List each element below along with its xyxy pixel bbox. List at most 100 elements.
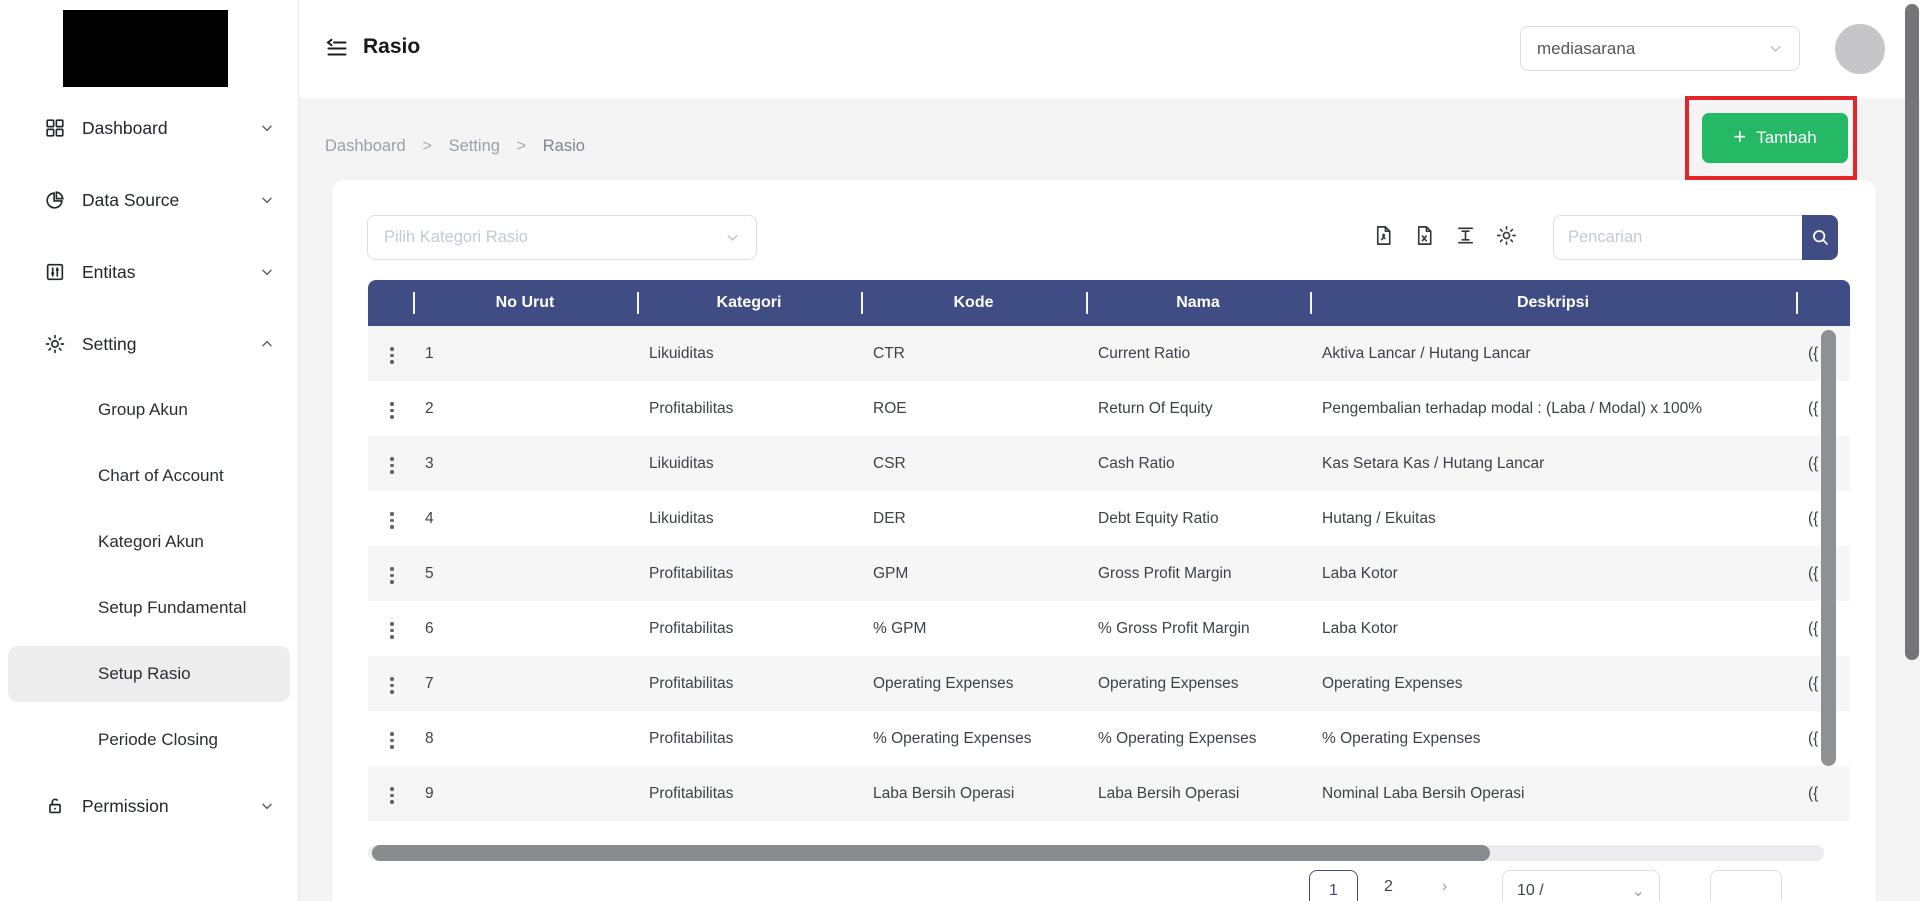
sidebar-item-setup-rasio[interactable]: Setup Rasio	[8, 646, 290, 702]
page-vertical-scrollbar[interactable]	[1905, 4, 1919, 660]
sidebar-item-chart-of-account[interactable]: Chart of Account	[8, 448, 290, 504]
cell-deskripsi: Laba Kotor	[1310, 546, 1796, 601]
pagination-quick-jump-input[interactable]	[1710, 870, 1782, 901]
sidebar-item-kategori-akun[interactable]: Kategori Akun	[8, 514, 290, 570]
settings-icon[interactable]	[1495, 224, 1518, 247]
tenant-select[interactable]: mediasarana	[1520, 26, 1800, 71]
breadcrumb-separator: >	[516, 137, 527, 155]
cell-no-urut: 1	[413, 326, 637, 381]
cell-no-urut: 3	[413, 436, 637, 491]
row-menu-icon[interactable]	[380, 671, 404, 700]
chevron-up-icon	[260, 337, 274, 351]
cell-kategori: Likuiditas	[637, 436, 861, 491]
kategori-rasio-placeholder: Pilih Kategori Rasio	[384, 228, 528, 246]
search-input[interactable]	[1553, 215, 1802, 260]
table-vertical-scrollbar[interactable]	[1821, 330, 1836, 766]
cell-no-urut: 8	[413, 711, 637, 766]
sidebar-item-data-source[interactable]: Data Source	[8, 172, 290, 228]
row-actions-cell	[368, 546, 413, 601]
cell-deskripsi: Operating Expenses	[1310, 656, 1796, 711]
sidebar-item-entitas[interactable]: Entitas	[8, 244, 290, 300]
cell-nama: % Gross Profit Margin	[1086, 601, 1310, 656]
pagination-page-2[interactable]: 2	[1384, 878, 1393, 896]
row-menu-icon[interactable]	[380, 561, 404, 590]
plus-icon: +	[1733, 124, 1747, 149]
sidebar-item-label: Entitas	[82, 261, 136, 282]
row-menu-icon[interactable]	[380, 726, 404, 755]
sidebar-item-setup-fundamental[interactable]: Setup Fundamental	[8, 580, 290, 636]
chevron-down-icon: ⌄	[1631, 883, 1645, 900]
table-horizontal-scrollbar-thumb[interactable]	[372, 845, 1490, 861]
file-pdf-icon[interactable]	[1372, 224, 1395, 247]
cell-deskripsi: Kas Setara Kas / Hutang Lancar	[1310, 436, 1796, 491]
sidebar-item-setting[interactable]: Setting	[8, 316, 290, 372]
column-truncated	[1796, 280, 1850, 326]
cell-kategori: Profitabilitas	[637, 381, 861, 436]
cell-kode: Laba Bersih Operasi	[861, 766, 1086, 821]
cell-kode: CTR	[861, 326, 1086, 381]
column-deskripsi[interactable]: Deskripsi	[1310, 280, 1796, 326]
breadcrumb-rasio: Rasio	[542, 137, 585, 155]
main-area: Rasio mediasarana Dashboard > Setting > …	[299, 0, 1920, 901]
cell-deskripsi: Nominal Laba Bersih Operasi	[1310, 766, 1796, 821]
search-button[interactable]	[1802, 215, 1838, 260]
menu-fold-icon[interactable]	[325, 37, 349, 61]
breadcrumb-setting[interactable]: Setting	[449, 137, 500, 155]
tambah-button[interactable]: + Tambah	[1702, 113, 1848, 163]
sidebar-item-group-akun[interactable]: Group Akun	[8, 382, 290, 438]
pagination-page-size-value: 10 /	[1517, 882, 1544, 899]
row-menu-icon[interactable]	[380, 506, 404, 535]
breadcrumb: Dashboard > Setting > Rasio	[325, 137, 585, 156]
file-excel-icon[interactable]	[1413, 224, 1436, 247]
avatar[interactable]	[1835, 24, 1885, 74]
cell-deskripsi: Aktiva Lancar / Hutang Lancar	[1310, 326, 1796, 381]
row-menu-icon[interactable]	[380, 451, 404, 480]
cell-kode: CSR	[861, 436, 1086, 491]
cell-kode: GPM	[861, 546, 1086, 601]
pagination-page-1[interactable]: 1	[1309, 870, 1358, 901]
text-height-icon[interactable]	[1454, 224, 1477, 247]
column-kategori[interactable]: Kategori	[637, 280, 861, 326]
chevron-down-icon	[725, 230, 740, 245]
grid-icon	[44, 116, 68, 140]
sidebar-item-label: Setting	[82, 333, 137, 354]
column-no-urut[interactable]: No Urut	[413, 280, 637, 326]
breadcrumb-separator: >	[422, 137, 432, 155]
search-group	[1553, 215, 1838, 260]
pagination: 1 2 › 10 / ⌄	[332, 870, 1876, 901]
cell-no-urut: 4	[413, 491, 637, 546]
topbar: Rasio mediasarana	[299, 0, 1920, 98]
sidebar-item-periode-closing[interactable]: Periode Closing	[8, 712, 290, 768]
cell-kategori: Profitabilitas	[637, 656, 861, 711]
cell-kategori: Profitabilitas	[637, 711, 861, 766]
pagination-next-icon[interactable]: ›	[1442, 878, 1447, 896]
cell-deskripsi: Laba Kotor	[1310, 601, 1796, 656]
rasio-card: Pilih Kategori Rasio Pencarian No Urut K…	[332, 180, 1876, 901]
column-nama[interactable]: Nama	[1086, 280, 1310, 326]
sidebar-item-label: Dashboard	[82, 117, 168, 138]
pie-chart-icon	[44, 188, 68, 212]
row-menu-icon[interactable]	[380, 616, 404, 645]
chevron-down-icon	[260, 799, 274, 813]
kategori-rasio-select[interactable]: Pilih Kategori Rasio	[367, 215, 757, 260]
cell-truncated: ({	[1796, 766, 1850, 821]
breadcrumb-dashboard[interactable]: Dashboard	[325, 137, 406, 155]
cell-kategori: Likuiditas	[637, 326, 861, 381]
table-row: 9 Profitabilitas Laba Bersih Operasi Laba B…	[368, 766, 1850, 821]
row-actions-cell	[368, 491, 413, 546]
pagination-page-size-select[interactable]: 10 / ⌄	[1502, 870, 1660, 901]
cell-deskripsi: % Operating Expenses	[1310, 711, 1796, 766]
row-menu-icon[interactable]	[380, 341, 404, 370]
cell-deskripsi: Hutang / Ekuitas	[1310, 491, 1796, 546]
table-row: 8 Profitabilitas% Operating Expenses% Ope…	[368, 711, 1850, 766]
table-row: 6 Profitabilitas% GPM% Gross Profit Margi…	[368, 601, 1850, 656]
sidebar-item-permission[interactable]: Permission	[8, 778, 290, 834]
column-kode[interactable]: Kode	[861, 280, 1086, 326]
cell-kode: DER	[861, 491, 1086, 546]
column-actions	[368, 280, 413, 326]
chevron-down-icon	[1768, 41, 1783, 56]
sidebar-item-dashboard[interactable]: Dashboard	[8, 100, 290, 156]
row-menu-icon[interactable]	[380, 396, 404, 425]
row-actions-cell	[368, 326, 413, 381]
row-menu-icon[interactable]	[380, 781, 404, 810]
